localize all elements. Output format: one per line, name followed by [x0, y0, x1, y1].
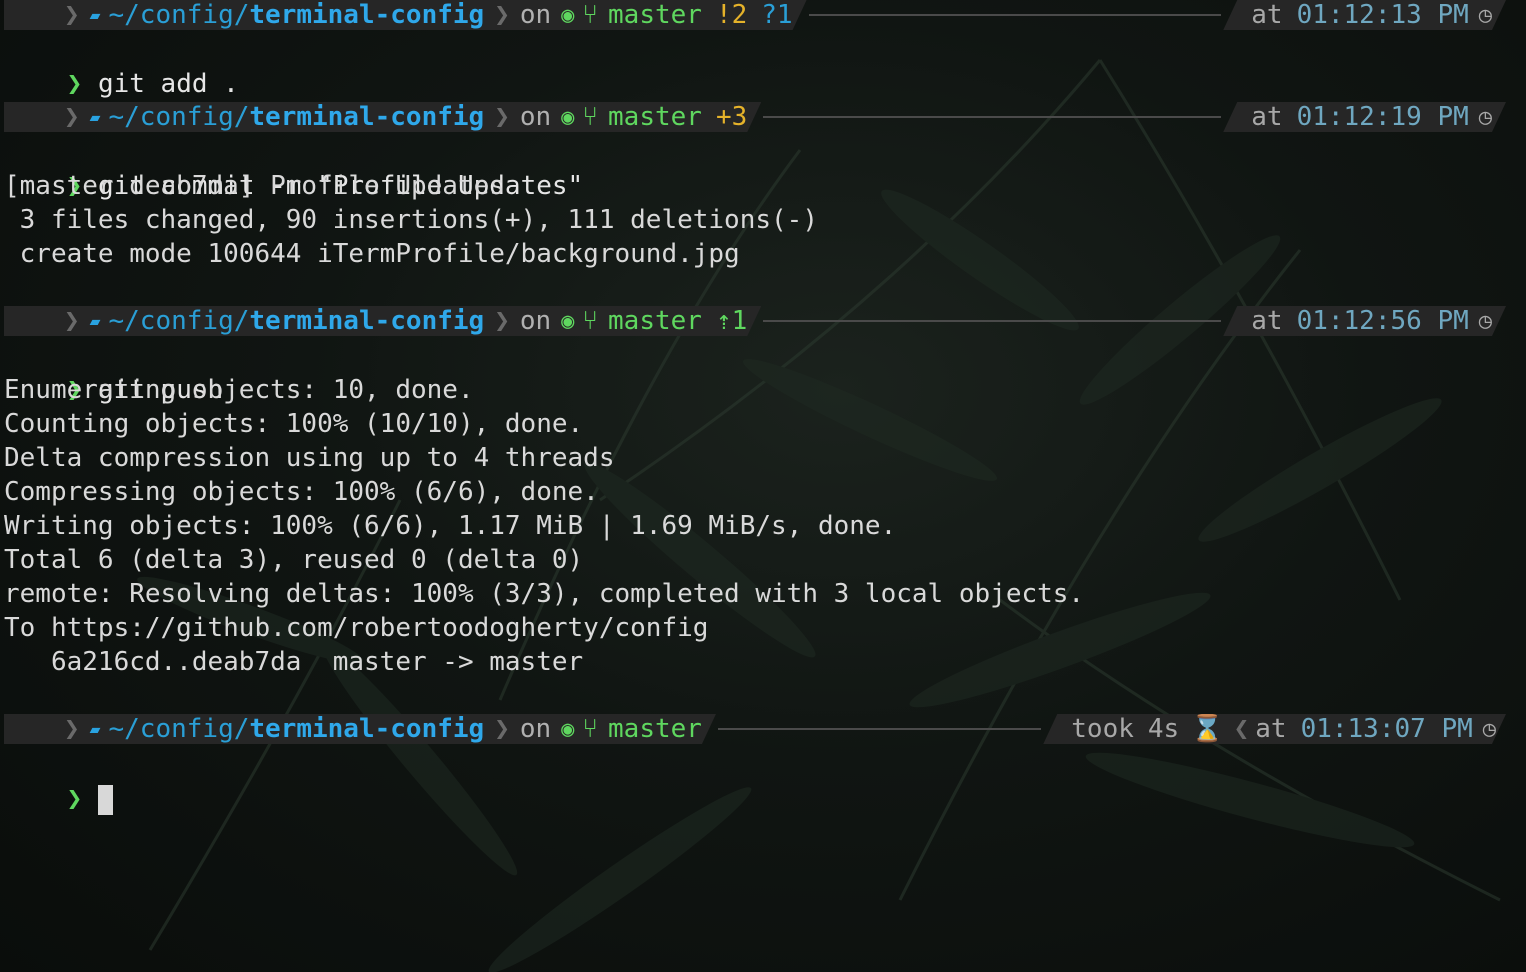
path-dir: terminal-config: [249, 0, 485, 30]
output-line: create mode 100644 iTermProfile/backgrou…: [4, 239, 740, 269]
output-line: 6a216cd..deab7da master -> master: [4, 647, 584, 677]
branch-name: master: [608, 102, 702, 132]
prompt-time: 01:12:56 PM: [1296, 306, 1469, 336]
chevron-right-icon: ❯: [494, 714, 510, 744]
chevron-left-icon: ❮: [1233, 714, 1250, 744]
command-line-1: ❯ git add .: [4, 33, 239, 99]
folder-icon: ▰: [89, 4, 101, 26]
path-dir: terminal-config: [249, 306, 485, 336]
prompt-line-3: ❯ ▰ ~/config/terminal-config ❯ on ◉ ⑂ ma…: [4, 306, 1506, 336]
prompt-caret: ❯: [66, 784, 83, 814]
prompt-filler-line: [763, 116, 1222, 118]
chevron-right-icon: ❯: [64, 714, 80, 744]
branch-name: master: [608, 714, 702, 744]
chevron-right-icon: ❯: [64, 306, 80, 336]
prompt-time: 01:12:19 PM: [1296, 102, 1469, 132]
prompt-time: 01:13:07 PM: [1300, 714, 1473, 744]
output-line: [master deab7da] Profile Updates: [4, 171, 505, 201]
chevron-right-icon: ❯: [494, 306, 510, 336]
command-line-3: ❯ git push: [4, 339, 224, 405]
github-icon: ◉: [561, 308, 575, 334]
command-duration: 4s: [1147, 714, 1180, 744]
folder-icon: ▰: [89, 106, 101, 128]
prompt-right-segment: at 01:12:13 PM ◷: [1223, 0, 1506, 30]
folder-icon: ▰: [89, 718, 101, 740]
path-prefix: ~/config/: [108, 714, 250, 744]
chevron-right-icon: ❯: [64, 102, 80, 132]
chevron-right-icon: ❯: [494, 102, 510, 132]
clock-icon: ◷: [1478, 104, 1492, 130]
git-untracked-count: ?1: [761, 0, 793, 30]
text-cursor[interactable]: [98, 784, 114, 815]
command-text: git add .: [97, 69, 239, 99]
took-label: took: [1071, 714, 1134, 744]
prompt-time: 01:12:13 PM: [1296, 0, 1469, 30]
prompt-left-segment: ❯ ▰ ~/config/terminal-config ❯ on ◉ ⑂ ma…: [4, 714, 716, 744]
command-line-4[interactable]: ❯: [4, 748, 114, 815]
clock-icon: ◷: [1482, 716, 1496, 742]
branch-icon: ⑂: [582, 306, 599, 336]
on-label: on: [519, 0, 552, 30]
at-label: at: [1251, 306, 1283, 336]
prompt-left-segment: ❯ ▰ ~/config/terminal-config ❯ on ◉ ⑂ ma…: [4, 306, 761, 336]
prompt-line-2: ❯ ▰ ~/config/terminal-config ❯ on ◉ ⑂ ma…: [4, 102, 1506, 132]
prompt-filler-line: [808, 14, 1222, 16]
clock-icon: ◷: [1478, 308, 1492, 334]
output-line: 3 files changed, 90 insertions(+), 111 d…: [4, 205, 818, 235]
path-prefix: ~/config/: [108, 0, 250, 30]
output-line: Delta compression using up to 4 threads: [4, 443, 615, 473]
git-modified-count: !2: [715, 0, 748, 30]
path-dir: terminal-config: [249, 714, 485, 744]
on-label: on: [519, 102, 552, 132]
at-label: at: [1255, 714, 1287, 744]
on-label: on: [519, 306, 552, 336]
git-ahead-count: ⇡1: [715, 306, 748, 336]
hourglass-icon: ⌛: [1191, 714, 1224, 744]
output-line: Compressing objects: 100% (6/6), done.: [4, 477, 599, 507]
prompt-right-segment: at 01:12:19 PM ◷: [1223, 102, 1506, 132]
output-line: Enumerating objects: 10, done.: [4, 375, 474, 405]
clock-icon: ◷: [1478, 2, 1492, 28]
output-line: Writing objects: 100% (6/6), 1.17 MiB | …: [4, 511, 897, 541]
prompt-filler-line: [763, 320, 1222, 322]
branch-name: master: [608, 306, 702, 336]
branch-icon: ⑂: [582, 0, 599, 30]
prompt-line-1: ❯ ▰ ~/config/terminal-config ❯ on ◉ ⑂ ma…: [4, 0, 1506, 30]
prompt-left-segment: ❯ ▰ ~/config/terminal-config ❯ on ◉ ⑂ ma…: [4, 102, 761, 132]
path-prefix: ~/config/: [108, 306, 250, 336]
prompt-duration-segment: took 4s ⌛ ❮ at 01:13:07 PM ◷: [1043, 714, 1506, 744]
prompt-caret: ❯: [66, 69, 83, 99]
command-line-2: ❯ git commit -m "Profile Updates": [4, 135, 584, 201]
prompt-right-segment: at 01:12:56 PM ◷: [1223, 306, 1506, 336]
branch-name: master: [608, 0, 702, 30]
on-label: on: [519, 714, 552, 744]
branch-icon: ⑂: [582, 714, 599, 744]
terminal-window[interactable]: ❯ ▰ ~/config/terminal-config ❯ on ◉ ⑂ ma…: [0, 0, 1526, 972]
folder-icon: ▰: [89, 310, 101, 332]
at-label: at: [1251, 102, 1283, 132]
github-icon: ◉: [561, 2, 575, 28]
path-dir: terminal-config: [249, 102, 485, 132]
chevron-right-icon: ❯: [64, 0, 80, 30]
path-prefix: ~/config/: [108, 102, 250, 132]
output-line: Counting objects: 100% (10/10), done.: [4, 409, 584, 439]
chevron-right-icon: ❯: [494, 0, 510, 30]
output-line: remote: Resolving deltas: 100% (3/3), co…: [4, 579, 1085, 609]
github-icon: ◉: [561, 104, 575, 130]
output-line: Total 6 (delta 3), reused 0 (delta 0): [4, 545, 584, 575]
prompt-left-segment: ❯ ▰ ~/config/terminal-config ❯ on ◉ ⑂ ma…: [4, 0, 807, 30]
branch-icon: ⑂: [582, 102, 599, 132]
output-line: To https://github.com/robertoodogherty/c…: [4, 613, 709, 643]
git-staged-count: +3: [715, 102, 748, 132]
at-label: at: [1251, 0, 1283, 30]
prompt-filler-line: [717, 728, 1042, 730]
prompt-line-4: ❯ ▰ ~/config/terminal-config ❯ on ◉ ⑂ ma…: [4, 714, 1506, 744]
github-icon: ◉: [561, 716, 575, 742]
